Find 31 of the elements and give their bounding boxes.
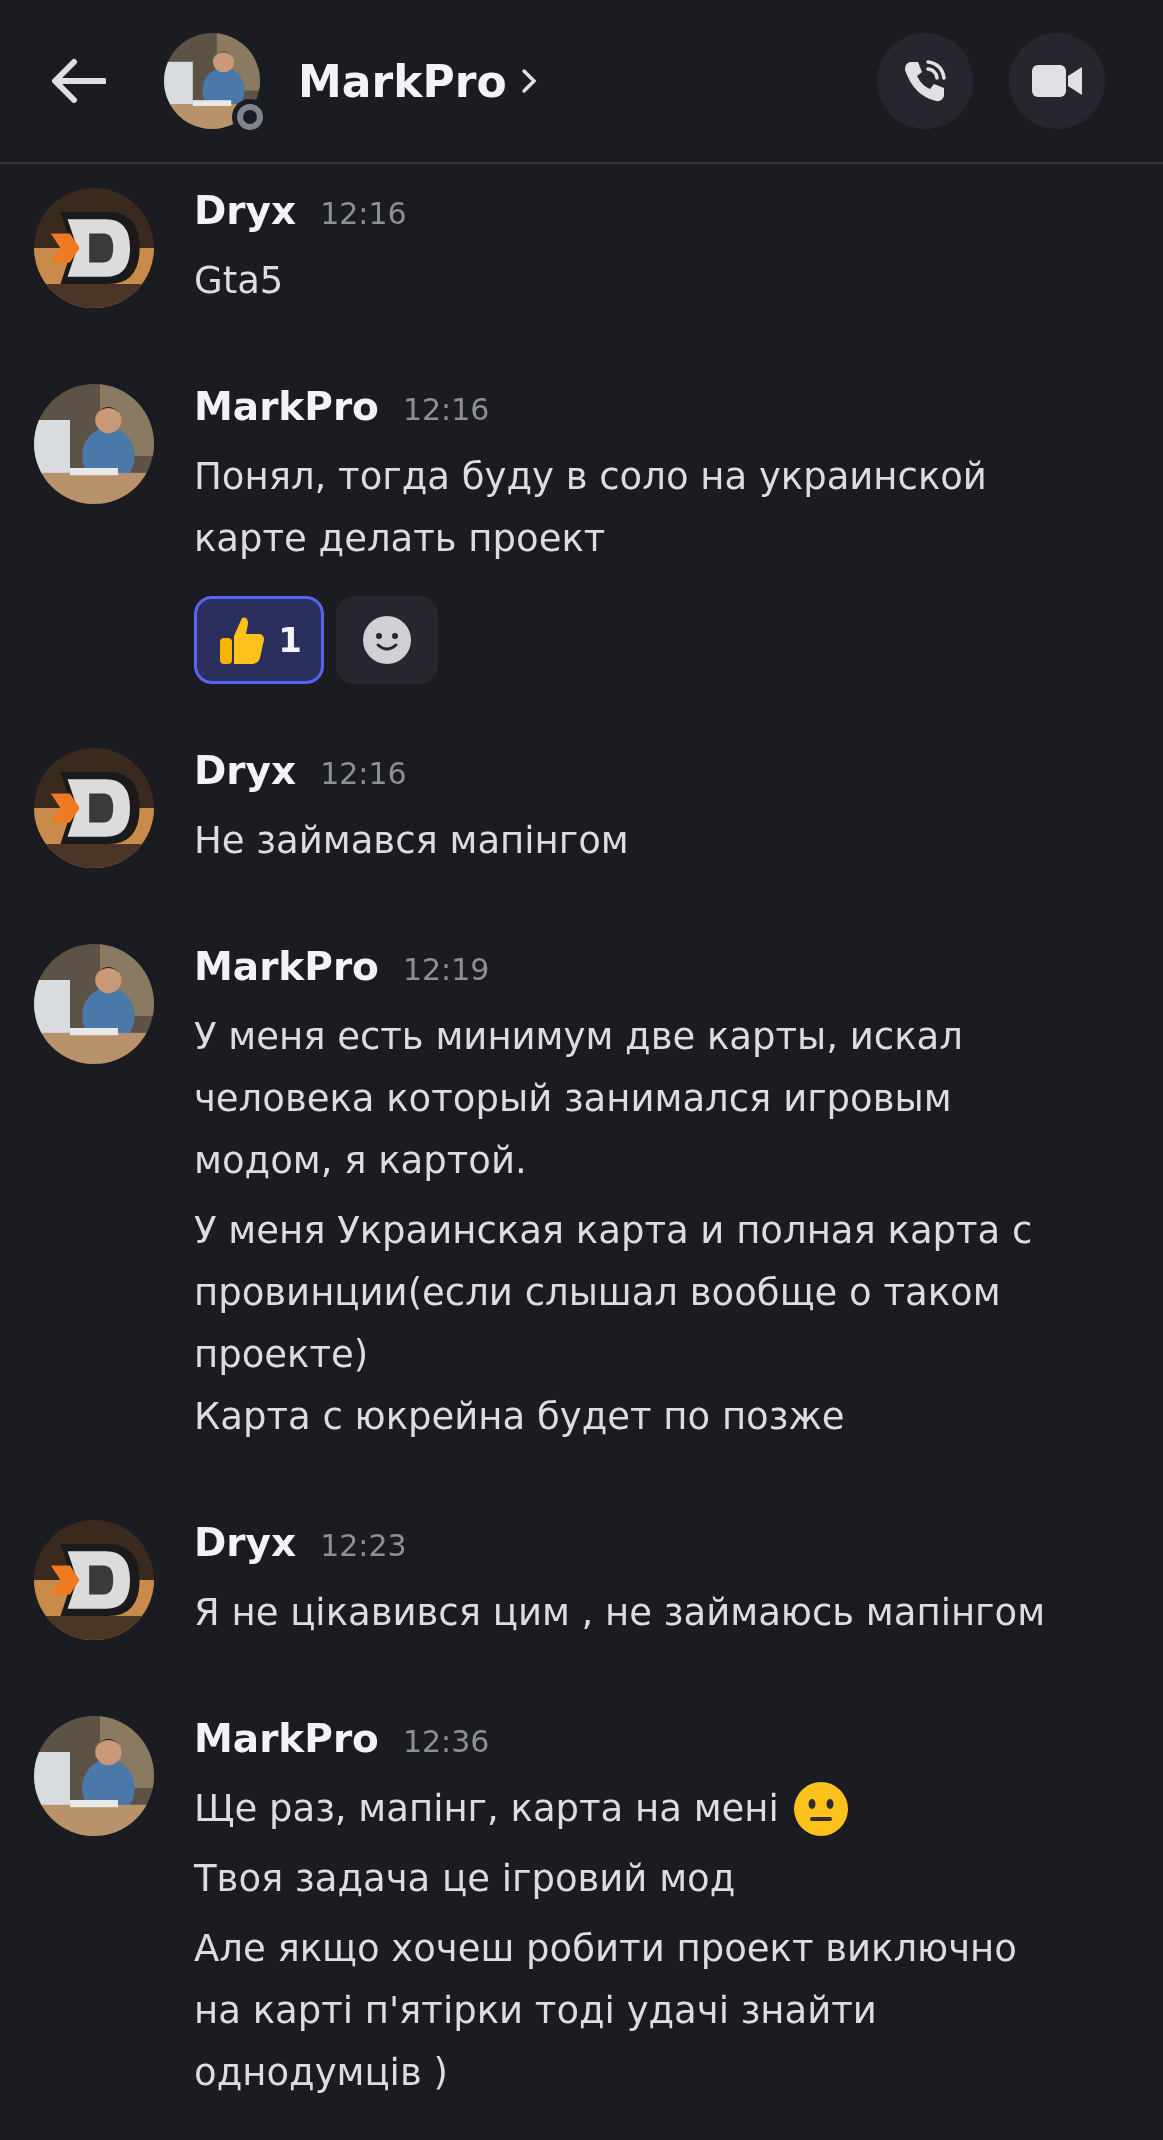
reaction-button[interactable]: 1 xyxy=(194,596,324,684)
phone-icon xyxy=(902,58,948,104)
author-name[interactable]: Dryx xyxy=(194,748,297,793)
message-time: 12:19 xyxy=(402,952,490,987)
message-text: Ще раз, мапінг, карта на мені xyxy=(194,1786,779,1832)
message-text: Понял, тогда буду в соло на украинской карте делать проект xyxy=(194,454,988,562)
video-camera-icon xyxy=(1032,63,1082,99)
author-name[interactable]: MarkPro xyxy=(194,1716,379,1761)
chevron-right-icon xyxy=(520,68,537,94)
author-name[interactable]: MarkPro xyxy=(194,944,379,989)
message-text: Gta5 xyxy=(194,258,284,304)
chat-title[interactable]: MarkPro xyxy=(298,55,537,107)
author-name[interactable]: Dryx xyxy=(194,1520,297,1565)
message-time: 12:23 xyxy=(320,1528,407,1563)
message-text: У меня Украинская карта и полная карта с провинции(если слышал вообще о таком проекте) Карта с юкрейна будет по позже xyxy=(194,1208,1034,1440)
message-time: 12:16 xyxy=(320,756,407,791)
back-button[interactable] xyxy=(50,58,106,104)
author-name[interactable]: MarkPro xyxy=(194,384,379,429)
message-text: Я не цікавився цим , не займаюсь мапінгом xyxy=(194,1590,1046,1636)
message-text: Не займався мапінгом xyxy=(194,818,629,864)
author-name[interactable]: Dryx xyxy=(194,188,297,233)
message-text: Але якщо хочеш робити проект виключно на карті п'ятірки тоді удачі знайти однодумців ) xyxy=(194,1926,1018,2096)
back-arrow-icon xyxy=(50,58,106,104)
message-text: Твоя задача це ігровий мод xyxy=(194,1856,736,1902)
message-time: 12:16 xyxy=(402,392,490,427)
message-text: У меня есть минимум две карты, искал человека который занимался игровым модом, я картой. xyxy=(194,1014,964,1184)
neutral-face-icon xyxy=(792,1781,849,1837)
message-time: 12:16 xyxy=(320,196,407,231)
message-time: 12:36 xyxy=(402,1724,490,1759)
add-reaction-button[interactable] xyxy=(336,596,438,684)
smiley-icon xyxy=(362,615,412,665)
